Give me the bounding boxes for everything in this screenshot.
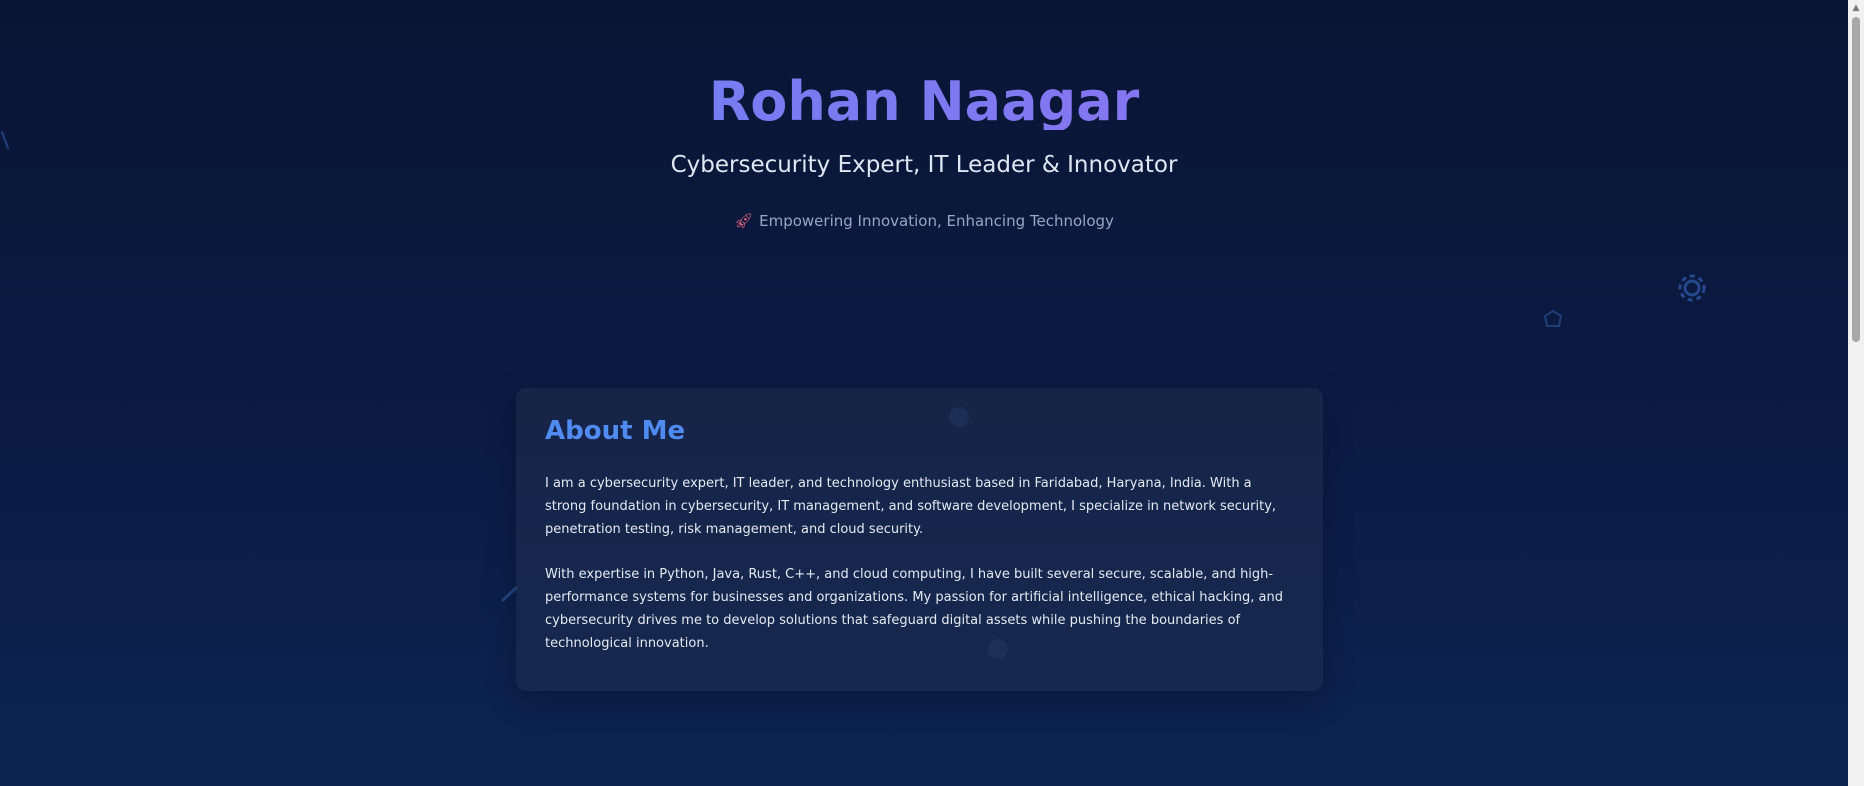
scroll-up-arrow-icon[interactable]: ▲ bbox=[1848, 0, 1864, 16]
about-card: About Me I am a cybersecurity expert, IT… bbox=[516, 388, 1323, 691]
hero-subtitle: Cybersecurity Expert, IT Leader & Innova… bbox=[670, 152, 1178, 178]
shield-icon bbox=[1543, 309, 1563, 327]
page-viewport: Rohan Naagar Cybersecurity Expert, IT Le… bbox=[0, 0, 1848, 786]
link-icon bbox=[1, 131, 9, 149]
about-paragraph: I am a cybersecurity expert, IT leader, … bbox=[545, 476, 1277, 537]
scrollbar-thumb[interactable] bbox=[1852, 17, 1860, 342]
about-paragraph: With expertise in Python, Java, Rust, C+… bbox=[545, 567, 1283, 651]
about-title: About Me bbox=[545, 416, 686, 446]
hero-tagline-row: 🚀︎ Empowering Innovation, Enhancing Techn… bbox=[0, 212, 1848, 230]
hero-tagline: Empowering Innovation, Enhancing Technol… bbox=[759, 212, 1114, 230]
hero-name: Rohan Naagar bbox=[0, 70, 1848, 130]
gear-icon bbox=[1678, 274, 1706, 302]
vertical-scrollbar[interactable]: ▲ bbox=[1848, 0, 1864, 786]
rocket-icon: 🚀︎ bbox=[734, 212, 754, 230]
